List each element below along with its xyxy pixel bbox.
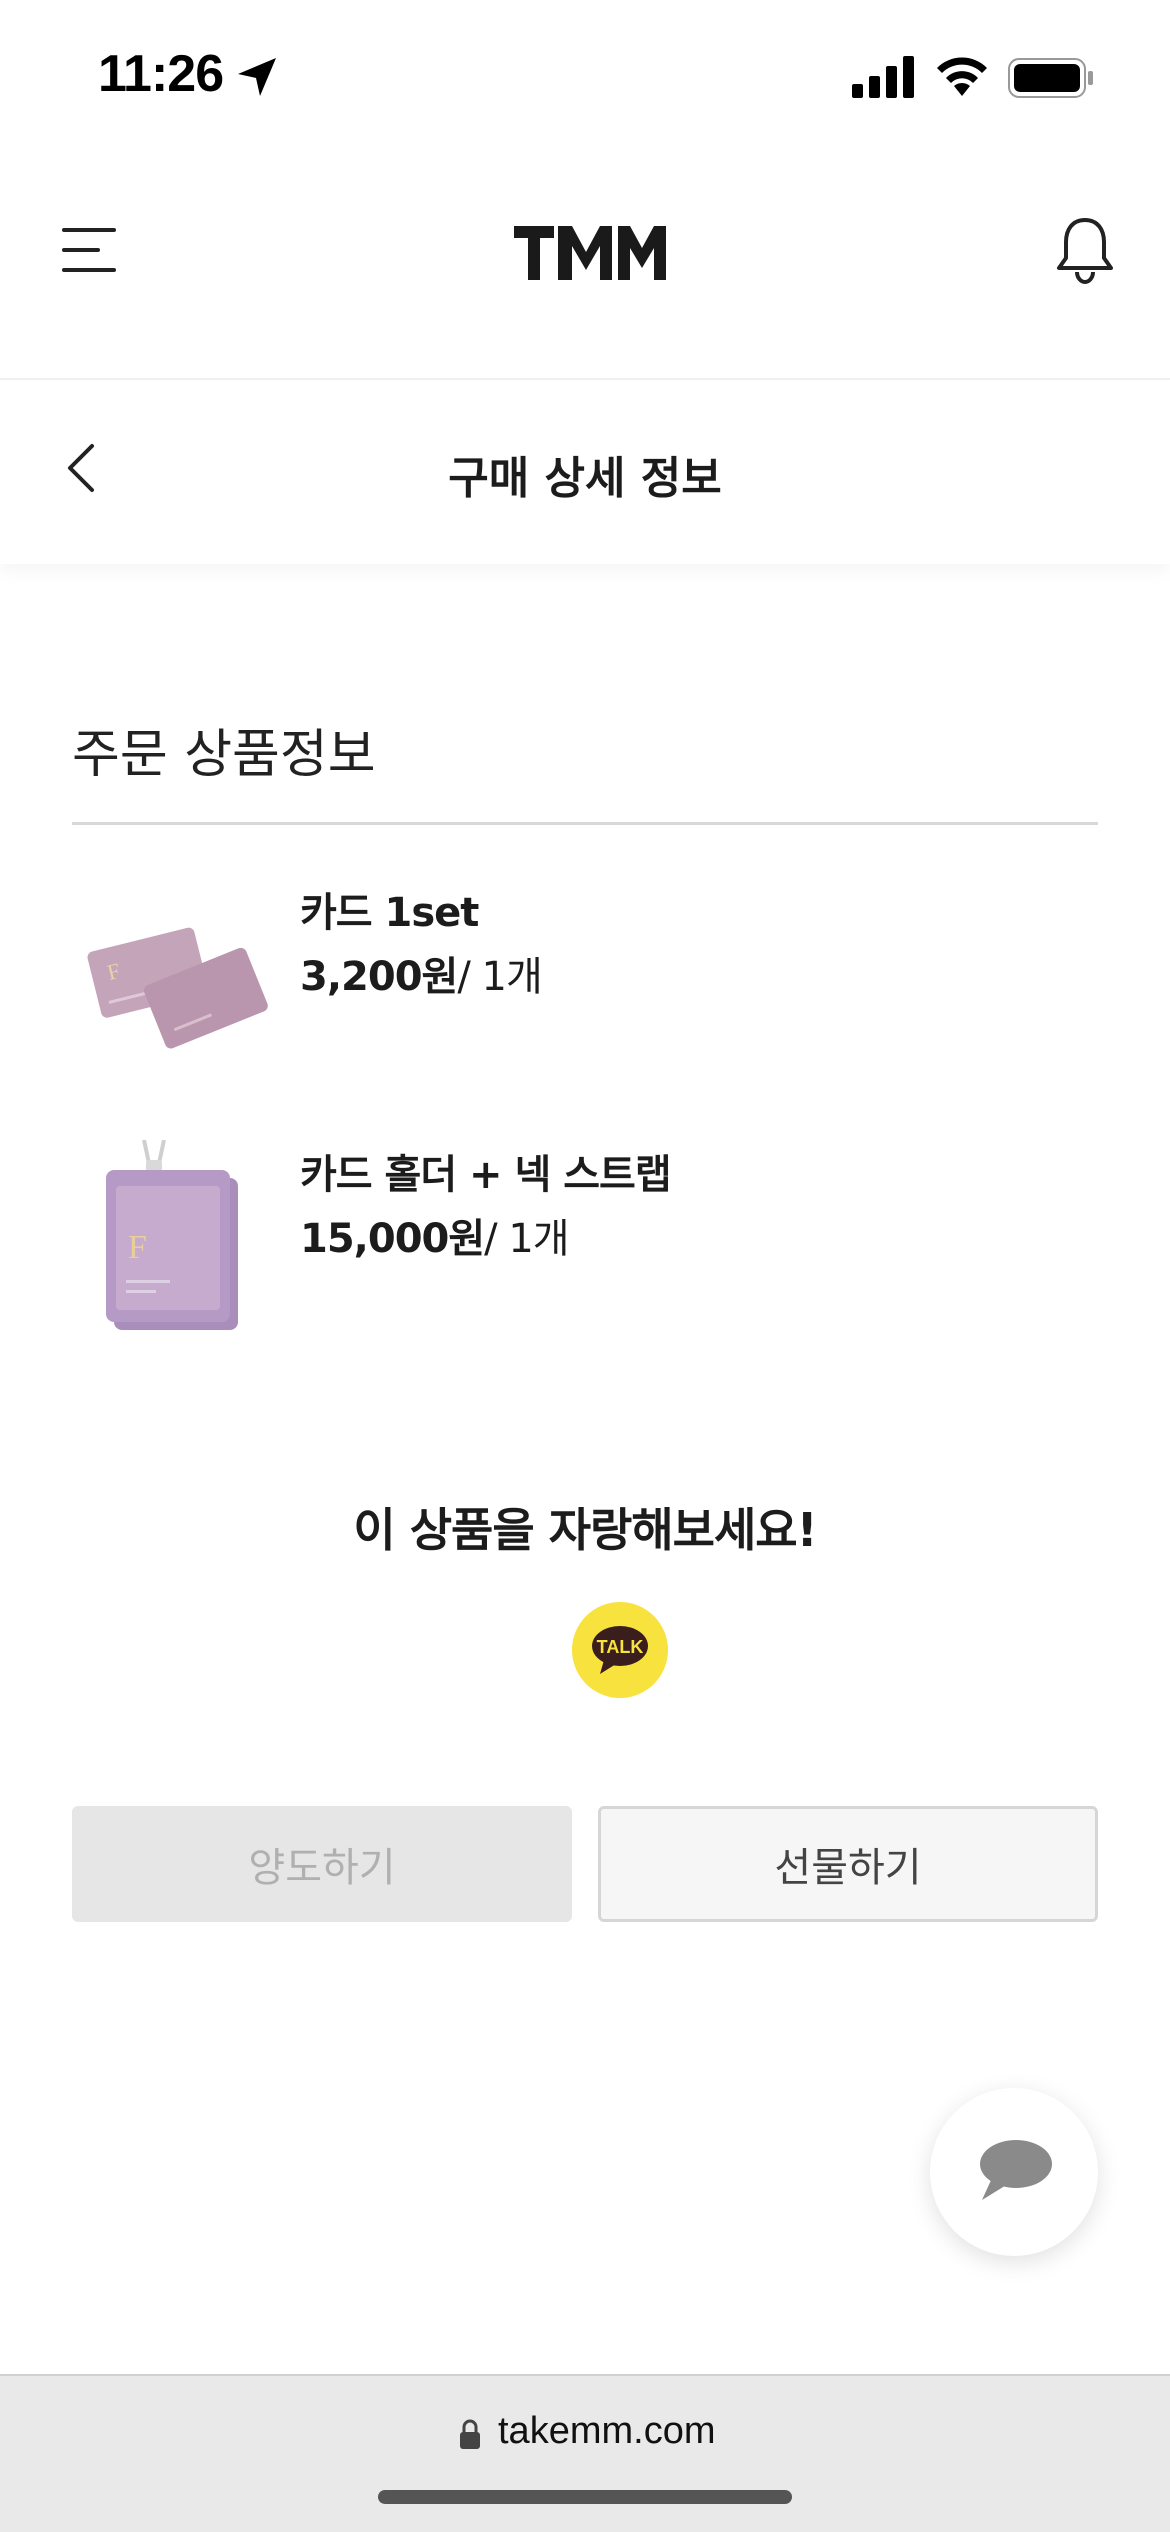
share-prompt: 이 상품을 자랑해보세요! bbox=[353, 1503, 817, 1557]
signal-icon bbox=[852, 56, 914, 98]
tmm-logo[interactable] bbox=[514, 222, 666, 284]
status-bar: 11:26 bbox=[0, 0, 1170, 150]
product-price-row: 3,200원/ 1개 bbox=[300, 944, 543, 1002]
section-divider bbox=[72, 822, 1098, 825]
kakao-talk-icon: TALK bbox=[592, 1626, 648, 1674]
svg-text:F: F bbox=[128, 1229, 147, 1266]
product-image-card-set: F bbox=[87, 927, 268, 1049]
section-title: 주문 상품정보 bbox=[72, 725, 376, 785]
kakao-talk-share-button[interactable]: TALK bbox=[572, 1602, 668, 1698]
kakao-talk-label: TALK bbox=[597, 1637, 644, 1657]
product-price-row: 15,000원/ 1개 bbox=[300, 1206, 570, 1264]
product-item[interactable]: F 카드 1set 3,200원/ 1개 bbox=[72, 880, 1098, 1080]
product-item[interactable]: F 카드 홀더 + 넥 스트랩 15,000원/ 1개 bbox=[72, 1140, 1098, 1340]
product-name: 카드 홀더 + 넥 스트랩 bbox=[300, 1152, 672, 1198]
home-indicator bbox=[378, 2490, 792, 2504]
wifi-icon bbox=[937, 57, 987, 96]
hamburger-menu-icon[interactable] bbox=[60, 226, 118, 274]
status-time: 11:26 bbox=[98, 45, 224, 103]
chat-button[interactable] bbox=[930, 2088, 1098, 2256]
product-qty: / 1개 bbox=[457, 954, 542, 1000]
bell-icon[interactable] bbox=[1056, 216, 1114, 284]
chat-bubble-icon bbox=[980, 2140, 1052, 2200]
page: 11:26 구매 상세 정보 주문 상품정보 F 카드 1set 3,200원/… bbox=[0, 0, 1170, 2532]
url-text[interactable]: takemm.com bbox=[498, 2410, 715, 2453]
location-arrow-icon bbox=[238, 58, 276, 96]
product-image-card-holder: F bbox=[106, 1140, 238, 1330]
product-qty: / 1개 bbox=[484, 1216, 569, 1262]
transfer-button[interactable]: 양도하기 bbox=[72, 1806, 572, 1922]
lock-icon bbox=[460, 2419, 480, 2449]
battery-icon bbox=[1008, 58, 1093, 98]
product-name: 카드 1set bbox=[300, 890, 479, 936]
page-title: 구매 상세 정보 bbox=[448, 453, 722, 504]
browser-address-bar[interactable] bbox=[0, 2374, 1170, 2532]
product-price: 15,000원 bbox=[300, 1216, 485, 1262]
gift-button[interactable]: 선물하기 bbox=[598, 1806, 1098, 1922]
product-price: 3,200원 bbox=[300, 954, 458, 1000]
